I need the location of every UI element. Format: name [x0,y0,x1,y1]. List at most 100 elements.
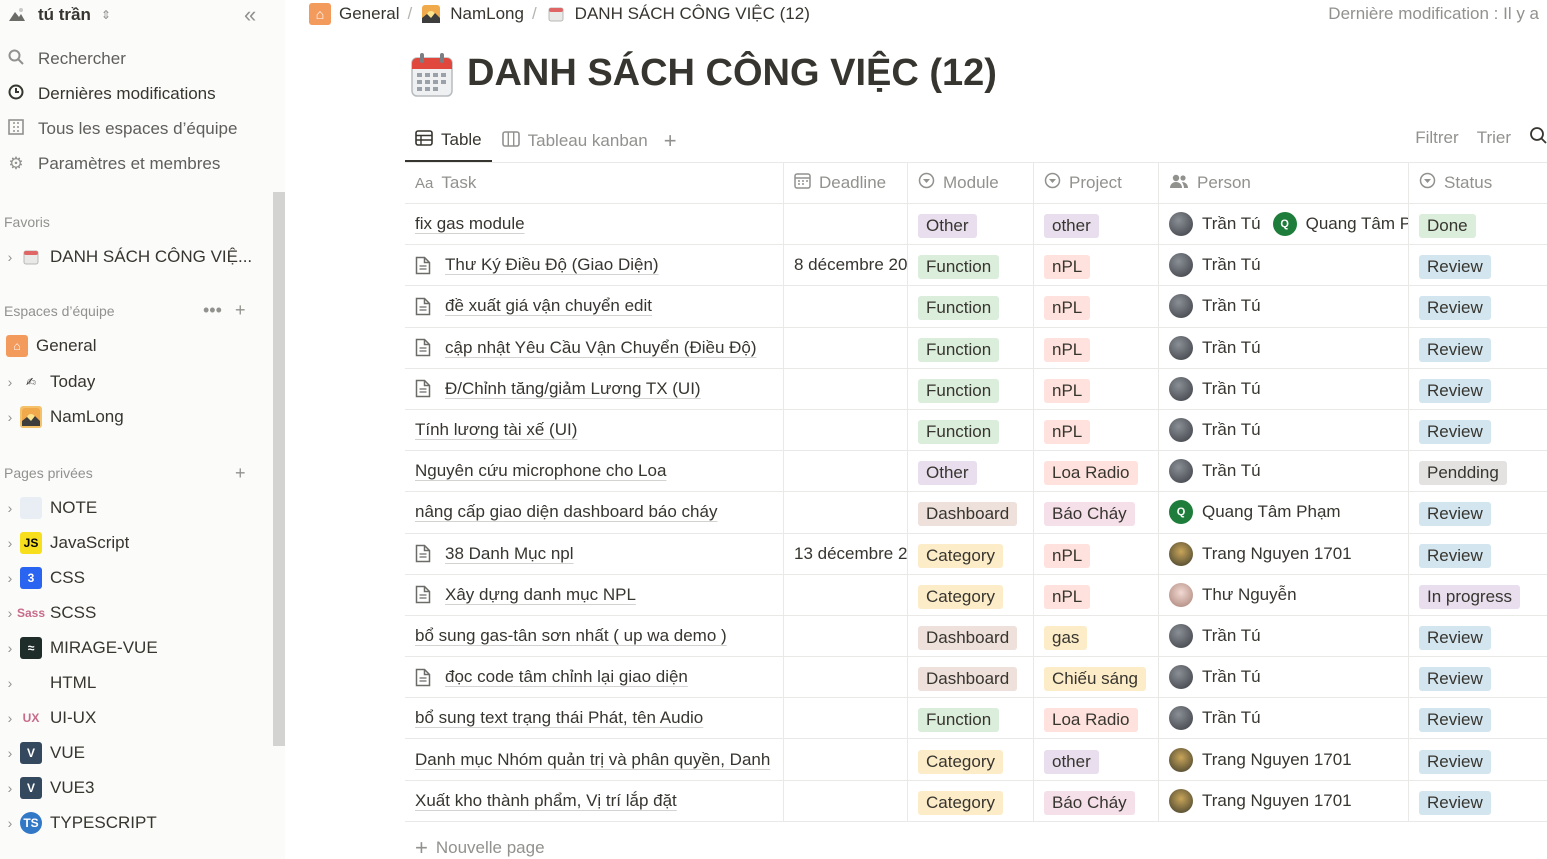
task-title[interactable]: bổ sung gas-tân sơn nhất ( up wa demo ) [415,626,727,646]
project-cell[interactable]: nPL [1034,245,1159,286]
table-row[interactable]: Xây dựng danh mục NPL Category nPL Thư Nguy… [405,574,1547,616]
person-cell[interactable]: Trần Tú [1159,657,1409,698]
person-cell[interactable]: Trang Nguyen 1701 [1159,533,1409,574]
module-cell[interactable]: Category [908,780,1034,821]
chevron-right-icon[interactable]: › [0,710,20,726]
private-page-item[interactable]: › HTML [0,668,270,698]
project-cell[interactable]: nPL [1034,368,1159,409]
module-cell[interactable]: Function [908,245,1034,286]
chevron-right-icon[interactable]: › [0,500,20,516]
column-header-deadline[interactable]: Deadline [784,163,908,203]
private-page-item[interactable]: › V VUE [0,738,270,768]
task-title[interactable]: đề xuất giá vận chuyển edit [445,296,652,316]
task-cell[interactable]: đọc code tâm chỉnh lại giao diện [405,657,784,698]
module-cell[interactable]: Function [908,368,1034,409]
add-teamspace-icon[interactable]: + [235,300,246,321]
deadline-cell[interactable] [784,574,908,615]
project-cell[interactable]: nPL [1034,409,1159,451]
private-page-item[interactable]: › NOTE [0,493,270,523]
person-cell[interactable]: Trần Tú [1159,327,1409,368]
teamspace-namlong[interactable]: › NamLong [0,402,270,432]
deadline-cell[interactable]: 8 décembre 2023 [784,245,908,286]
more-options-icon[interactable]: ••• [203,300,222,321]
project-cell[interactable]: Loa Radio [1034,698,1159,739]
chevron-right-icon[interactable]: › [0,745,20,761]
module-cell[interactable]: Function [908,286,1034,327]
table-row[interactable]: cập nhật Yêu Cầu Vận Chuyển (Điều Độ) Fun… [405,327,1547,369]
task-cell[interactable]: 38 Danh Mục npl [405,533,784,574]
deadline-cell[interactable] [784,657,908,698]
task-title[interactable]: đọc code tâm chỉnh lại giao diện [445,667,688,687]
module-cell[interactable]: Function [908,698,1034,739]
task-cell[interactable]: fix gas module [405,204,784,245]
chevron-right-icon[interactable]: › [0,374,20,390]
chevron-right-icon[interactable]: › [0,815,20,831]
task-title[interactable]: Xây dựng danh mục NPL [445,585,636,605]
table-row[interactable]: bổ sung text trạng thái Phát, tên Audio F… [405,698,1547,740]
task-title[interactable]: Xuất kho thành phẩm, Vị trí lắp đặt [415,791,677,811]
deadline-cell[interactable] [784,368,908,409]
status-cell[interactable]: Review [1409,245,1547,285]
table-row[interactable]: Đ/Chỉnh tăng/giảm Lương TX (UI) Function n… [405,368,1547,410]
person-cell[interactable]: Trang Nguyen 1701 [1159,780,1409,821]
breadcrumb-item[interactable]: DANH SÁCH CÔNG VIỆC (12) [575,4,810,24]
nav-recent-updates[interactable]: Dernières modifications [6,80,216,108]
collapse-sidebar-icon[interactable]: « [244,2,256,28]
private-page-item[interactable]: › JS JavaScript [0,528,270,558]
project-cell[interactable]: nPL [1034,286,1159,327]
project-cell[interactable]: nPL [1034,327,1159,368]
status-cell[interactable]: Review [1409,286,1547,326]
module-cell[interactable]: Function [908,409,1034,451]
private-page-item[interactable]: › TS TYPESCRIPT [0,808,270,838]
tab-table[interactable]: Table [405,120,492,162]
nav-settings[interactable]: ⚙ Paramètres et membres [6,150,220,178]
column-header-status[interactable]: Status [1409,163,1547,203]
person-cell[interactable]: Trần Tú [1159,698,1409,739]
private-page-item[interactable]: › UX UI-UX [0,703,270,733]
person-cell[interactable]: Q Quang Tâm Phạm [1159,492,1409,533]
chevron-right-icon[interactable]: › [0,409,20,425]
status-cell[interactable]: Review [1409,781,1547,821]
project-cell[interactable]: nPL [1034,533,1159,574]
task-cell[interactable]: Danh mục Nhóm quản trị và phân quyền, Da… [405,739,784,780]
nav-search[interactable]: Rechercher [6,45,126,73]
module-cell[interactable]: Dashboard [908,615,1034,657]
chevron-right-icon[interactable]: › [0,780,20,796]
project-cell[interactable]: other [1034,204,1159,245]
task-cell[interactable]: Xây dựng danh mục NPL [405,574,784,615]
person-cell[interactable]: Trang Nguyen 1701 [1159,739,1409,780]
module-cell[interactable]: Category [908,533,1034,574]
deadline-cell[interactable] [784,204,908,245]
table-row[interactable]: bổ sung gas-tân sơn nhất ( up wa demo ) D… [405,615,1547,658]
status-cell[interactable]: Review [1409,328,1547,368]
private-page-item[interactable]: › ≈ MIRAGE-VUE [0,633,270,663]
status-cell[interactable]: Done [1409,204,1547,244]
status-cell[interactable]: Review [1409,534,1547,574]
task-cell[interactable]: cập nhật Yêu Cầu Vận Chuyển (Điều Độ) [405,327,784,368]
task-cell[interactable]: đề xuất giá vận chuyển edit [405,286,784,327]
chevron-right-icon[interactable]: › [0,249,20,265]
nav-all-teamspaces[interactable]: Tous les espaces d’équipe [6,115,237,143]
table-row[interactable]: Tính lương tài xế (UI) Function nPL Trần Tú… [405,409,1547,452]
deadline-cell[interactable] [784,492,908,533]
column-header-project[interactable]: Project [1034,163,1159,203]
task-cell[interactable]: Nguyên cứu microphone cho Loa [405,451,784,492]
table-row[interactable]: 38 Danh Mục npl 13 décembre 2023 Category n… [405,533,1547,575]
task-cell[interactable]: Đ/Chỉnh tăng/giảm Lương TX (UI) [405,368,784,409]
project-cell[interactable]: Báo Cháy [1034,780,1159,821]
add-view-icon[interactable]: + [658,128,683,154]
breadcrumb-item[interactable]: NamLong [450,4,524,24]
teamspace-general[interactable]: ⌂ General [0,331,270,361]
project-cell[interactable]: Loa Radio [1034,451,1159,492]
column-header-task[interactable]: Aa Task [405,163,784,203]
deadline-cell[interactable] [784,327,908,368]
table-row[interactable]: đề xuất giá vận chuyển edit Function nPL Tr… [405,286,1547,328]
status-cell[interactable]: Review [1409,616,1547,656]
tab-kanban[interactable]: Tableau kanban [492,120,658,162]
status-cell[interactable]: In progress [1409,575,1547,615]
status-cell[interactable]: Review [1409,492,1547,532]
deadline-cell[interactable] [784,451,908,492]
person-cell[interactable]: Trần Tú [1159,451,1409,492]
person-cell[interactable]: Trần Tú [1159,286,1409,327]
status-cell[interactable]: Review [1409,698,1547,738]
